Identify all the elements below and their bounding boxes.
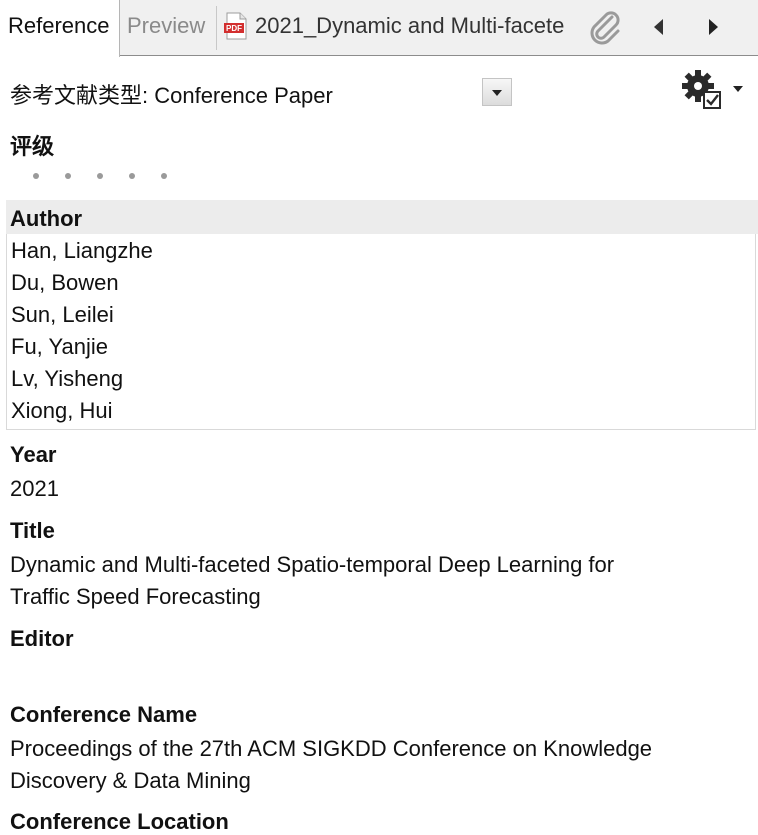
author-item[interactable]: Fu, Yanjie [11, 334, 108, 360]
settings-caret-icon[interactable] [733, 86, 743, 92]
author-field[interactable]: Han, Liangzhe Du, Bowen Sun, Leilei Fu, … [6, 234, 756, 430]
rating-label: 评级 [10, 134, 55, 159]
year-field[interactable]: 2021 [10, 473, 59, 505]
tab-attached-file[interactable]: 2021_Dynamic and Multi-facete [255, 13, 577, 43]
tab-preview[interactable]: Preview [121, 0, 216, 55]
author-label: Author [10, 206, 83, 231]
paperclip-icon[interactable] [585, 8, 625, 48]
triangle-right-icon[interactable] [700, 14, 726, 40]
author-item[interactable]: Sun, Leilei [11, 302, 114, 328]
rating-dot-1[interactable] [33, 173, 39, 179]
author-item[interactable]: Du, Bowen [11, 270, 119, 296]
rating-dot-3[interactable] [97, 173, 103, 179]
reference-type-label: 参考文献类型: Conference Paper [10, 83, 333, 108]
title-label: Title [10, 518, 55, 543]
rating-dot-2[interactable] [65, 173, 71, 179]
conference-location-label: Conference Location [10, 809, 229, 834]
title-field-line-2[interactable]: Traffic Speed Forecasting [10, 581, 261, 613]
year-label: Year [10, 442, 57, 467]
reference-type-dropdown-button[interactable] [482, 78, 512, 106]
author-item[interactable]: Lv, Yisheng [11, 366, 123, 392]
author-item[interactable]: Xiong, Hui [11, 398, 113, 424]
conference-name-label: Conference Name [10, 702, 198, 727]
tab-divider [216, 6, 217, 50]
author-item[interactable]: Han, Liangzhe [11, 238, 153, 264]
rating-dot-5[interactable] [161, 173, 167, 179]
triangle-left-icon[interactable] [646, 14, 672, 40]
conference-name-field-line-1[interactable]: Proceedings of the 27th ACM SIGKDD Confe… [10, 733, 652, 765]
editor-field[interactable] [10, 657, 710, 689]
tab-bar: Reference Preview PDF 2021_Dynamic and M… [0, 0, 758, 57]
author-field-header [6, 200, 758, 234]
reference-panel: 参考文献类型: Conference Paper 评级 Author Han, … [0, 56, 758, 835]
tab-reference[interactable]: Reference [0, 0, 120, 57]
pdf-icon-text: PDF [226, 24, 242, 33]
editor-label: Editor [10, 626, 74, 651]
conference-name-field-line-2[interactable]: Discovery & Data Mining [10, 765, 251, 797]
pdf-file-icon[interactable]: PDF [224, 12, 248, 40]
rating-dot-4[interactable] [129, 173, 135, 179]
gear-checkbox-icon[interactable] [680, 66, 728, 114]
title-field-line-1[interactable]: Dynamic and Multi-faceted Spatio-tempora… [10, 549, 614, 581]
